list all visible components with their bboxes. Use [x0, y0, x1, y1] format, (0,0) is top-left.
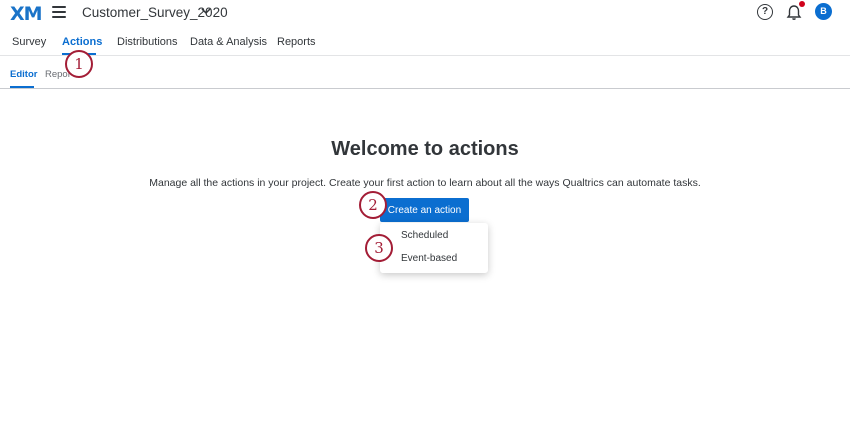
action-type-dropdown: Scheduled Event-based: [380, 223, 488, 273]
avatar[interactable]: B: [815, 3, 832, 20]
tab-survey[interactable]: Survey: [12, 36, 46, 48]
callout-badge-3: 3: [365, 234, 393, 262]
create-action-button[interactable]: Create an action: [380, 198, 469, 222]
subtab-editor[interactable]: Editor: [10, 69, 37, 80]
callout-badge-2: 2: [359, 191, 387, 219]
callout-badge-1: 1: [65, 50, 93, 78]
dropdown-item-event-based[interactable]: Event-based: [401, 253, 457, 264]
top-bar: XM Customer_Survey_2020 ? B: [0, 0, 850, 28]
tab-data-analysis[interactable]: Data & Analysis: [190, 36, 267, 48]
primary-nav: Survey Actions Distributions Data & Anal…: [0, 28, 850, 56]
hamburger-menu-icon[interactable]: [52, 6, 66, 18]
help-icon[interactable]: ?: [757, 4, 773, 20]
dropdown-item-scheduled[interactable]: Scheduled: [401, 230, 448, 241]
tab-reports[interactable]: Reports: [277, 36, 316, 48]
page-title: Welcome to actions: [331, 138, 519, 160]
page-description: Manage all the actions in your project. …: [149, 177, 701, 189]
notification-dot: [799, 1, 805, 7]
tab-distributions[interactable]: Distributions: [117, 36, 178, 48]
tab-actions[interactable]: Actions: [62, 36, 102, 48]
active-subtab-indicator: [10, 86, 34, 88]
sub-nav: Editor Repor: [0, 56, 850, 89]
chevron-down-icon[interactable]: [201, 6, 211, 16]
xm-logo[interactable]: XM: [10, 3, 43, 25]
